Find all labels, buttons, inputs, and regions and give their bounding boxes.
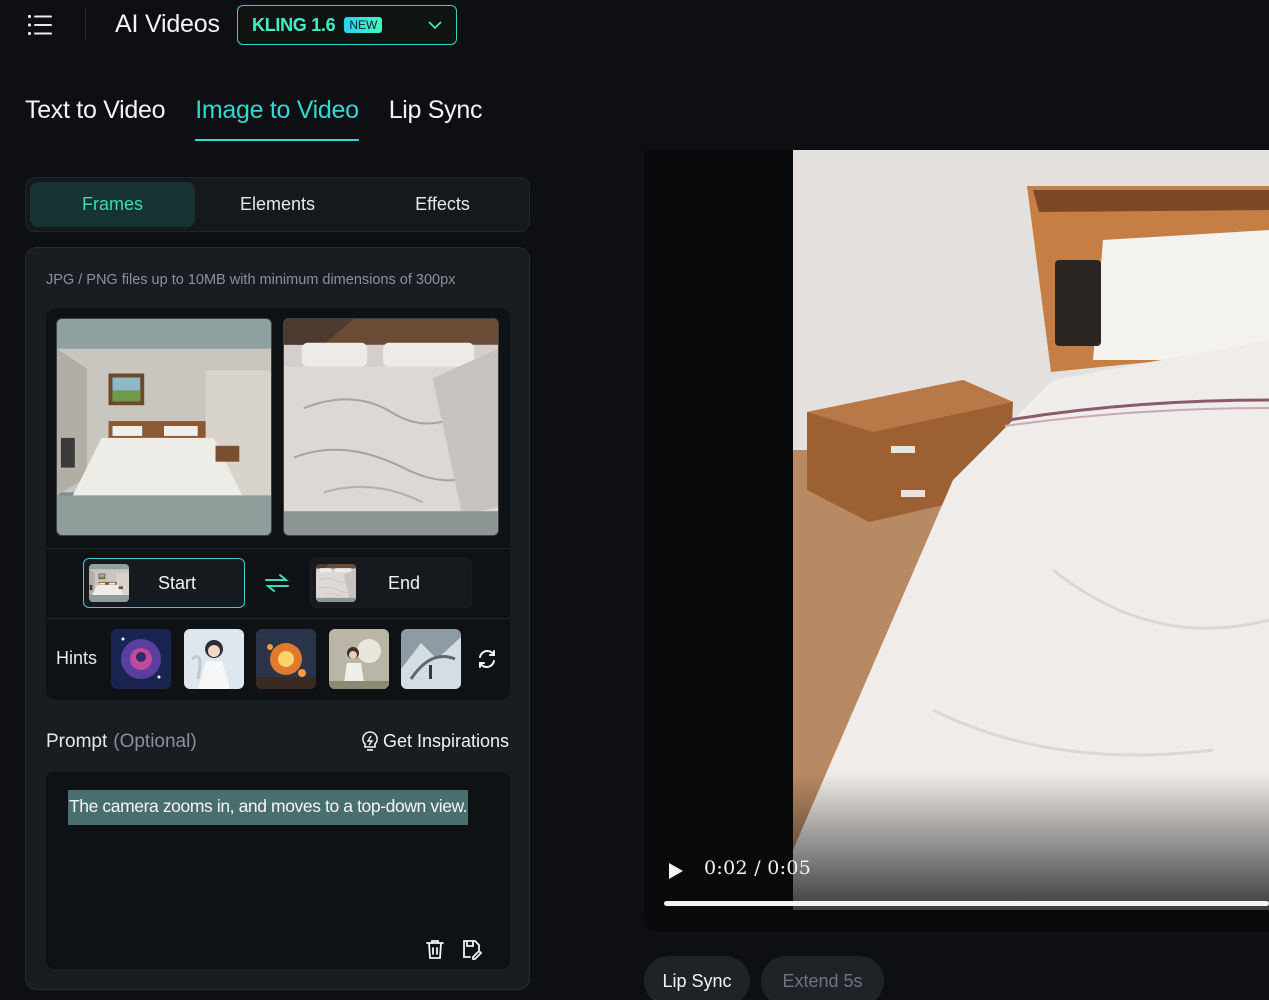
get-inspirations-label: Get Inspirations xyxy=(382,730,509,751)
swap-icon[interactable] xyxy=(264,572,290,594)
start-frame-thumbnail xyxy=(89,564,129,602)
video-time: 0:02 / 0:05 xyxy=(704,857,812,879)
tab-elements[interactable]: Elements xyxy=(195,182,360,227)
play-icon[interactable] xyxy=(668,862,684,880)
hints-label: Hints xyxy=(56,648,98,668)
app-title: AI Videos xyxy=(115,10,220,38)
prompt-optional: (Optional) xyxy=(113,731,197,752)
generation-panel: JPG / PNG files up to 10MB with minimum … xyxy=(25,247,530,990)
hint-thumbnail[interactable] xyxy=(184,629,244,689)
menu-icon[interactable] xyxy=(28,13,52,37)
end-frame-thumbnail xyxy=(316,564,356,602)
model-name: KLING 1.6 xyxy=(252,14,336,35)
new-badge: NEW xyxy=(344,17,383,33)
trash-icon[interactable] xyxy=(424,938,446,960)
lightbulb-icon xyxy=(362,731,378,751)
end-frame-button[interactable]: End xyxy=(310,558,472,608)
chevron-down-icon xyxy=(428,20,442,29)
extend-button[interactable]: Extend 5s xyxy=(761,956,884,1000)
model-select[interactable]: KLING 1.6 NEW xyxy=(237,5,457,45)
header-divider xyxy=(85,8,86,40)
start-frame-button[interactable]: Start xyxy=(83,558,245,608)
frames-box: Start End Hints xyxy=(46,308,510,700)
hint-thumbnail[interactable] xyxy=(256,629,316,689)
hint-thumbnail[interactable] xyxy=(401,629,461,689)
main-tabs: Text to Video Image to Video Lip Sync xyxy=(25,96,483,141)
refresh-icon[interactable] xyxy=(476,648,498,670)
prompt-text[interactable]: The camera zooms in, and moves to a top-… xyxy=(68,790,469,825)
tab-lip-sync[interactable]: Lip Sync xyxy=(389,96,483,141)
tab-frames[interactable]: Frames xyxy=(30,182,195,227)
tab-effects[interactable]: Effects xyxy=(360,182,525,227)
hint-thumbnail[interactable] xyxy=(111,629,171,689)
end-frame-image[interactable] xyxy=(283,318,499,536)
divider xyxy=(46,618,510,619)
start-frame-label: Start xyxy=(157,572,196,593)
divider xyxy=(46,548,510,549)
start-frame-image[interactable] xyxy=(56,318,272,536)
tab-image-to-video[interactable]: Image to Video xyxy=(195,96,359,141)
sub-tabs: Frames Elements Effects xyxy=(25,177,530,232)
video-player[interactable]: 0:02 / 0:05 xyxy=(644,150,1269,932)
end-frame-label: End xyxy=(387,572,421,593)
get-inspirations-button[interactable]: Get Inspirations xyxy=(361,730,509,752)
video-controls-overlay xyxy=(644,772,1269,932)
hint-thumbnail[interactable] xyxy=(329,629,389,689)
prompt-title: Prompt xyxy=(46,731,108,752)
save-prompt-icon[interactable] xyxy=(460,938,482,960)
prompt-label: Prompt (Optional) xyxy=(46,731,197,753)
upload-requirements: JPG / PNG files up to 10MB with minimum … xyxy=(46,272,456,288)
tab-text-to-video[interactable]: Text to Video xyxy=(25,96,165,141)
video-progress-bar[interactable] xyxy=(664,901,1269,906)
prompt-input[interactable]: The camera zooms in, and moves to a top-… xyxy=(46,772,510,969)
lip-sync-button[interactable]: Lip Sync xyxy=(644,956,750,1000)
